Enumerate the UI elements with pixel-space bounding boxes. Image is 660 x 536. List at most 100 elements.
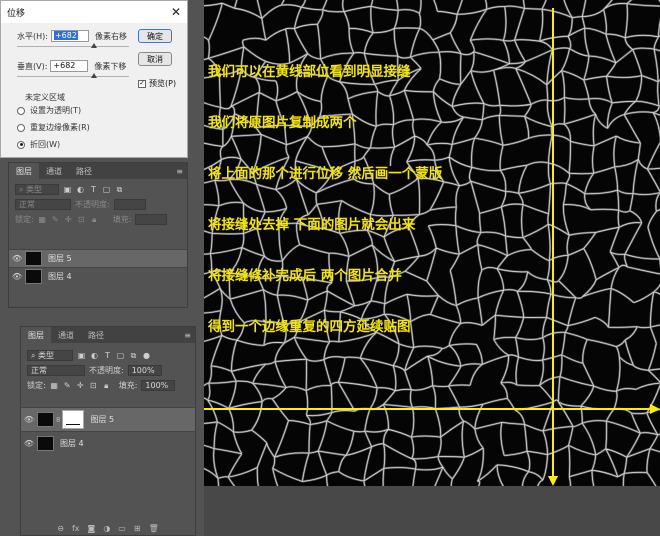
move-lock-icon[interactable]: ✛ [76, 381, 85, 390]
tab-paths[interactable]: 路径 [69, 163, 99, 179]
annotation-line: 将接缝处去掉 下面的图片就会出来 [208, 217, 416, 233]
tab-channels[interactable]: 通道 [51, 327, 81, 343]
layer-thumbnail [37, 412, 54, 427]
filter-toggle-icon[interactable]: ● [142, 351, 151, 360]
radio-icon [17, 140, 25, 149]
lock-row: 锁定: ▦ ✎ ✛ ⊡ 🔒︎ 填充: 100% [21, 378, 195, 393]
radio-wrap-around[interactable]: 折回(W) [17, 139, 60, 150]
eye-icon[interactable]: 👁︎ [21, 415, 37, 424]
layer-thumbnail [25, 269, 42, 284]
horizontal-value: +682 [53, 31, 78, 40]
layer-name: 图层 5 [48, 254, 72, 263]
fill-field[interactable]: 100% [141, 380, 176, 391]
filter-label: 类型 [38, 351, 55, 360]
opacity-field[interactable] [113, 199, 146, 210]
lock-pixels-icon[interactable]: ▦ [50, 381, 59, 390]
lock-label: 锁定: [27, 381, 46, 390]
move-lock-icon[interactable]: ✛ [64, 215, 73, 224]
smart-filter-icon[interactable]: ⧉ [115, 185, 124, 194]
blend-row: 正常 不透明度: [9, 197, 187, 212]
horizontal-label: 水平(H): [17, 31, 48, 41]
image-filter-icon[interactable]: ▣ [77, 351, 86, 360]
eye-icon[interactable]: 👁︎ [9, 272, 25, 281]
brush-lock-icon[interactable]: ✎ [51, 215, 60, 224]
filter-label: 类型 [26, 185, 43, 194]
blend-row: 正常 不透明度: 100% [21, 363, 195, 378]
adjustment-filter-icon[interactable]: ◐ [76, 185, 85, 194]
trash-icon[interactable]: 🗑︎ [149, 524, 159, 533]
panel-bottom-bar: ⊖ fx ◙ ◑ ▭ ⊞ 🗑︎ [21, 521, 195, 535]
smart-filter-icon[interactable]: ⧉ [129, 351, 138, 360]
layer-row[interactable]: 👁︎ 8 图层 5 [21, 407, 195, 431]
vertical-input[interactable]: +682 [50, 60, 89, 72]
layer-name: 图层 4 [60, 439, 84, 448]
tab-layers[interactable]: 图层 [9, 163, 39, 179]
dialog-titlebar[interactable]: 位移 ✕ [1, 1, 187, 23]
adjustment-filter-icon[interactable]: ◐ [90, 351, 99, 360]
horizontal-guide-arrow [650, 404, 660, 414]
horizontal-slider-knob[interactable] [91, 43, 97, 48]
fill-label: 填充: [112, 215, 132, 224]
panel-menu-icon[interactable]: ≡ [172, 163, 187, 179]
preview-checkbox[interactable]: ✓ 预览(P) [138, 78, 176, 89]
eye-icon[interactable]: 👁︎ [9, 254, 25, 263]
vertical-slider-knob[interactable] [91, 73, 97, 78]
lock-label: 锁定: [15, 215, 34, 224]
lock-all-icon[interactable]: 🔒︎ [102, 381, 111, 390]
link-icon[interactable]: ⊖ [57, 524, 64, 533]
tab-channels[interactable]: 通道 [39, 163, 69, 179]
horizontal-input[interactable]: +682 [50, 30, 89, 42]
adjustment-icon[interactable]: ◑ [103, 524, 110, 533]
tab-paths[interactable]: 路径 [81, 327, 111, 343]
artboard-lock-icon[interactable]: ⊡ [89, 381, 98, 390]
blend-mode-dropdown[interactable]: 正常 [15, 199, 71, 210]
canvas-area[interactable]: 我们可以在黄线部位看到明显接缝 我们将原图片复制成两个 将上面的那个进行位移 然… [204, 0, 660, 536]
layer-name: 图层 5 [90, 415, 115, 424]
panel-tabs: 图层 通道 路径 ≡ [21, 327, 195, 343]
link-icon[interactable]: 8 [56, 416, 60, 424]
tab-layers[interactable]: 图层 [21, 327, 51, 343]
radio-icon [17, 123, 25, 132]
layer-row[interactable]: 👁︎ 图层 4 [9, 267, 187, 285]
vertical-slider-track[interactable] [17, 76, 129, 77]
eye-icon[interactable]: 👁︎ [21, 439, 37, 448]
new-layer-icon[interactable]: ⊞ [134, 524, 141, 533]
radio-label: 折回(W) [30, 140, 61, 149]
lock-row: 锁定: ▦ ✎ ✛ ⊡ 🔒︎ 填充: [9, 212, 187, 227]
radio-transparent[interactable]: 设置为透明(T) [17, 105, 81, 116]
filter-dropdown[interactable]: ⌕ 类型 [15, 184, 59, 195]
checkbox-icon: ✓ [138, 79, 146, 88]
annotation-line: 得到一个边缘重复的四方延续贴图 [208, 319, 411, 335]
fill-field[interactable] [135, 214, 168, 225]
lock-all-icon[interactable]: 🔒︎ [90, 215, 99, 224]
brush-lock-icon[interactable]: ✎ [63, 381, 72, 390]
radio-repeat-edge[interactable]: 重复边缘像素(R) [17, 122, 90, 133]
horizontal-slider-track[interactable] [17, 46, 129, 47]
close-icon[interactable]: ✕ [171, 5, 181, 19]
search-icon: ⌕ [31, 350, 39, 360]
type-filter-icon[interactable]: T [89, 185, 98, 194]
lock-pixels-icon[interactable]: ▦ [38, 215, 47, 224]
mask-icon[interactable]: ◙ [88, 524, 96, 533]
fx-icon[interactable]: fx [72, 524, 80, 533]
shape-filter-icon[interactable]: ▢ [102, 185, 111, 194]
type-filter-icon[interactable]: T [103, 351, 112, 360]
annotation-line: 我们将原图片复制成两个 [208, 115, 357, 131]
folder-icon[interactable]: ▭ [118, 524, 126, 533]
layer-row[interactable]: 👁︎ 图层 5 [9, 249, 187, 267]
shape-filter-icon[interactable]: ▢ [116, 351, 125, 360]
opacity-field[interactable]: 100% [127, 365, 162, 376]
vertical-label: 垂直(V): [17, 61, 48, 71]
annotation-line: 将接缝修补完成后 两个图片合并 [208, 268, 402, 284]
panel-menu-icon[interactable]: ≡ [180, 327, 195, 343]
preview-label: 预览(P) [149, 79, 177, 88]
document-canvas[interactable]: 我们可以在黄线部位看到明显接缝 我们将原图片复制成两个 将上面的那个进行位移 然… [204, 0, 660, 486]
ok-button[interactable]: 确定 [138, 29, 172, 43]
cancel-button[interactable]: 取消 [138, 52, 172, 66]
image-filter-icon[interactable]: ▣ [63, 185, 72, 194]
filter-dropdown[interactable]: ⌕ 类型 [27, 350, 73, 361]
blend-mode-dropdown[interactable]: 正常 [27, 365, 85, 376]
layer-mask-thumbnail[interactable] [62, 410, 85, 429]
artboard-lock-icon[interactable]: ⊡ [77, 215, 86, 224]
layer-row[interactable]: 👁︎ 图层 4 [21, 431, 195, 455]
